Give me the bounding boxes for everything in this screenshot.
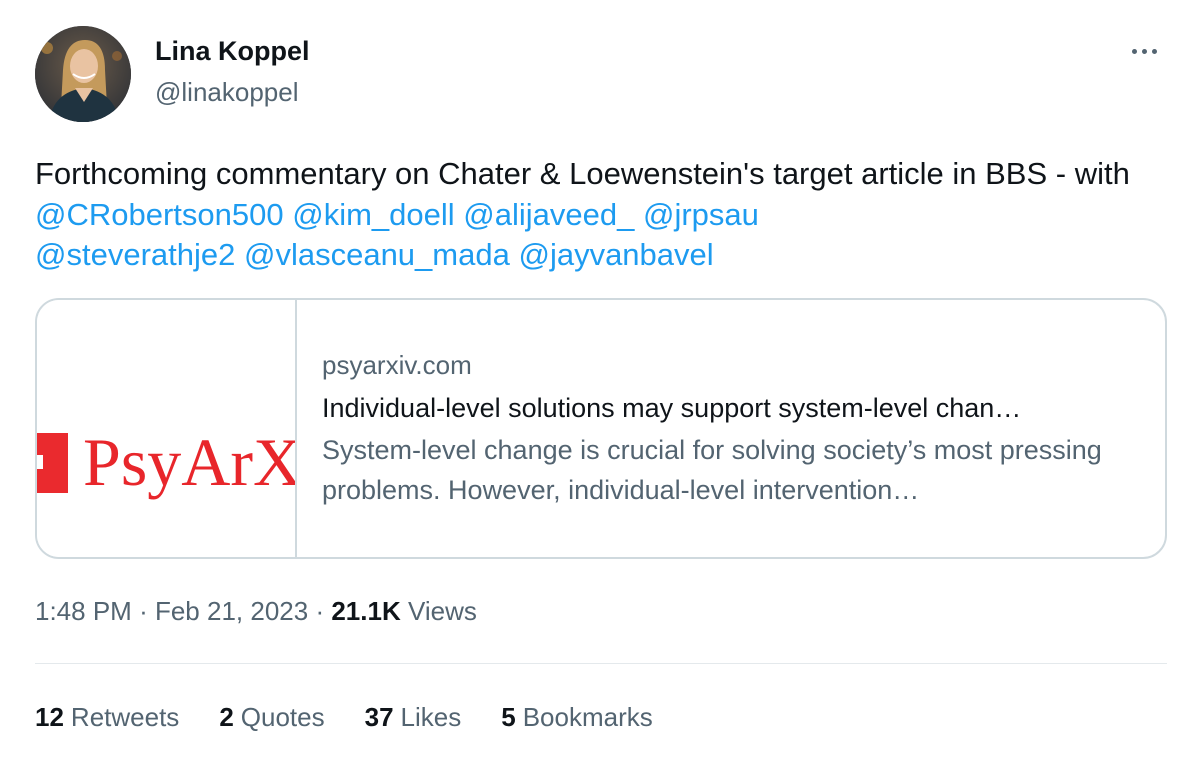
likes-label: Likes: [400, 702, 462, 732]
mention-link[interactable]: @steverathje2: [35, 237, 235, 272]
tweet-text-intro: Forthcoming commentary on Chater & Loewe…: [35, 156, 1130, 191]
mention-link[interactable]: @kim_doell: [292, 197, 454, 232]
mention-link[interactable]: @alijaveed_: [463, 197, 634, 232]
bookmarks-count: 5: [501, 702, 516, 732]
card-domain: psyarxiv.com: [322, 350, 472, 380]
bookmarks-stat[interactable]: 5 Bookmarks: [501, 702, 653, 733]
quotes-count: 2: [219, 702, 234, 732]
views-label: Views: [407, 596, 477, 626]
meta-separator: ·: [315, 596, 325, 626]
link-preview-card[interactable]: PsyArX psyarxiv.com Individual-level sol…: [35, 298, 1167, 559]
psyarxiv-logo-mark-icon: [37, 433, 68, 493]
author-handle[interactable]: @linakoppel: [155, 77, 298, 108]
more-options-button[interactable]: [1122, 34, 1166, 68]
card-description: System-level change is crucial for solvi…: [322, 435, 1102, 505]
tweet-meta: 1:48 PM · Feb 21, 2023 · 21.1K Views: [35, 596, 477, 627]
more-horizontal-icon: [1151, 48, 1157, 54]
divider: [35, 663, 1167, 664]
card-body: psyarxiv.com Individual-level solutions …: [322, 348, 1152, 510]
mention-link[interactable]: @vlasceanu_mada: [244, 237, 510, 272]
retweets-count: 12: [35, 702, 64, 732]
more-horizontal-icon: [1131, 48, 1137, 54]
bookmarks-label: Bookmarks: [522, 702, 653, 732]
mention-link[interactable]: @jrpsau: [643, 197, 759, 232]
likes-count: 37: [364, 702, 394, 732]
avatar-image: [35, 26, 131, 122]
mention-link[interactable]: @jayvanbavel: [518, 237, 713, 272]
tweet-date[interactable]: Feb 21, 2023: [155, 596, 308, 626]
retweets-label: Retweets: [70, 702, 180, 732]
psyarxiv-logo-text: PsyArX: [83, 424, 297, 500]
tweet-text: Forthcoming commentary on Chater & Loewe…: [35, 154, 1165, 276]
views-count: 21.1K: [331, 596, 401, 626]
mention-link[interactable]: @CRobertson500: [35, 197, 284, 232]
retweets-stat[interactable]: 12 Retweets: [35, 702, 179, 733]
author-name[interactable]: Lina Koppel: [155, 36, 310, 67]
quotes-label: Quotes: [240, 702, 325, 732]
likes-stat[interactable]: 37 Likes: [365, 702, 462, 733]
avatar[interactable]: [35, 26, 131, 122]
quotes-stat[interactable]: 2 Quotes: [219, 702, 324, 733]
tweet-time[interactable]: 1:48 PM: [35, 596, 132, 626]
card-thumbnail: PsyArX: [37, 300, 297, 557]
meta-separator: ·: [139, 596, 148, 626]
engagement-stats: 12 Retweets 2 Quotes 37 Likes 5 Bookmarks: [35, 702, 693, 733]
tweet: Lina Koppel @linakoppel Forthcoming comm…: [0, 0, 1204, 762]
card-title: Individual-level solutions may support s…: [322, 393, 1022, 423]
more-horizontal-icon: [1141, 48, 1147, 54]
